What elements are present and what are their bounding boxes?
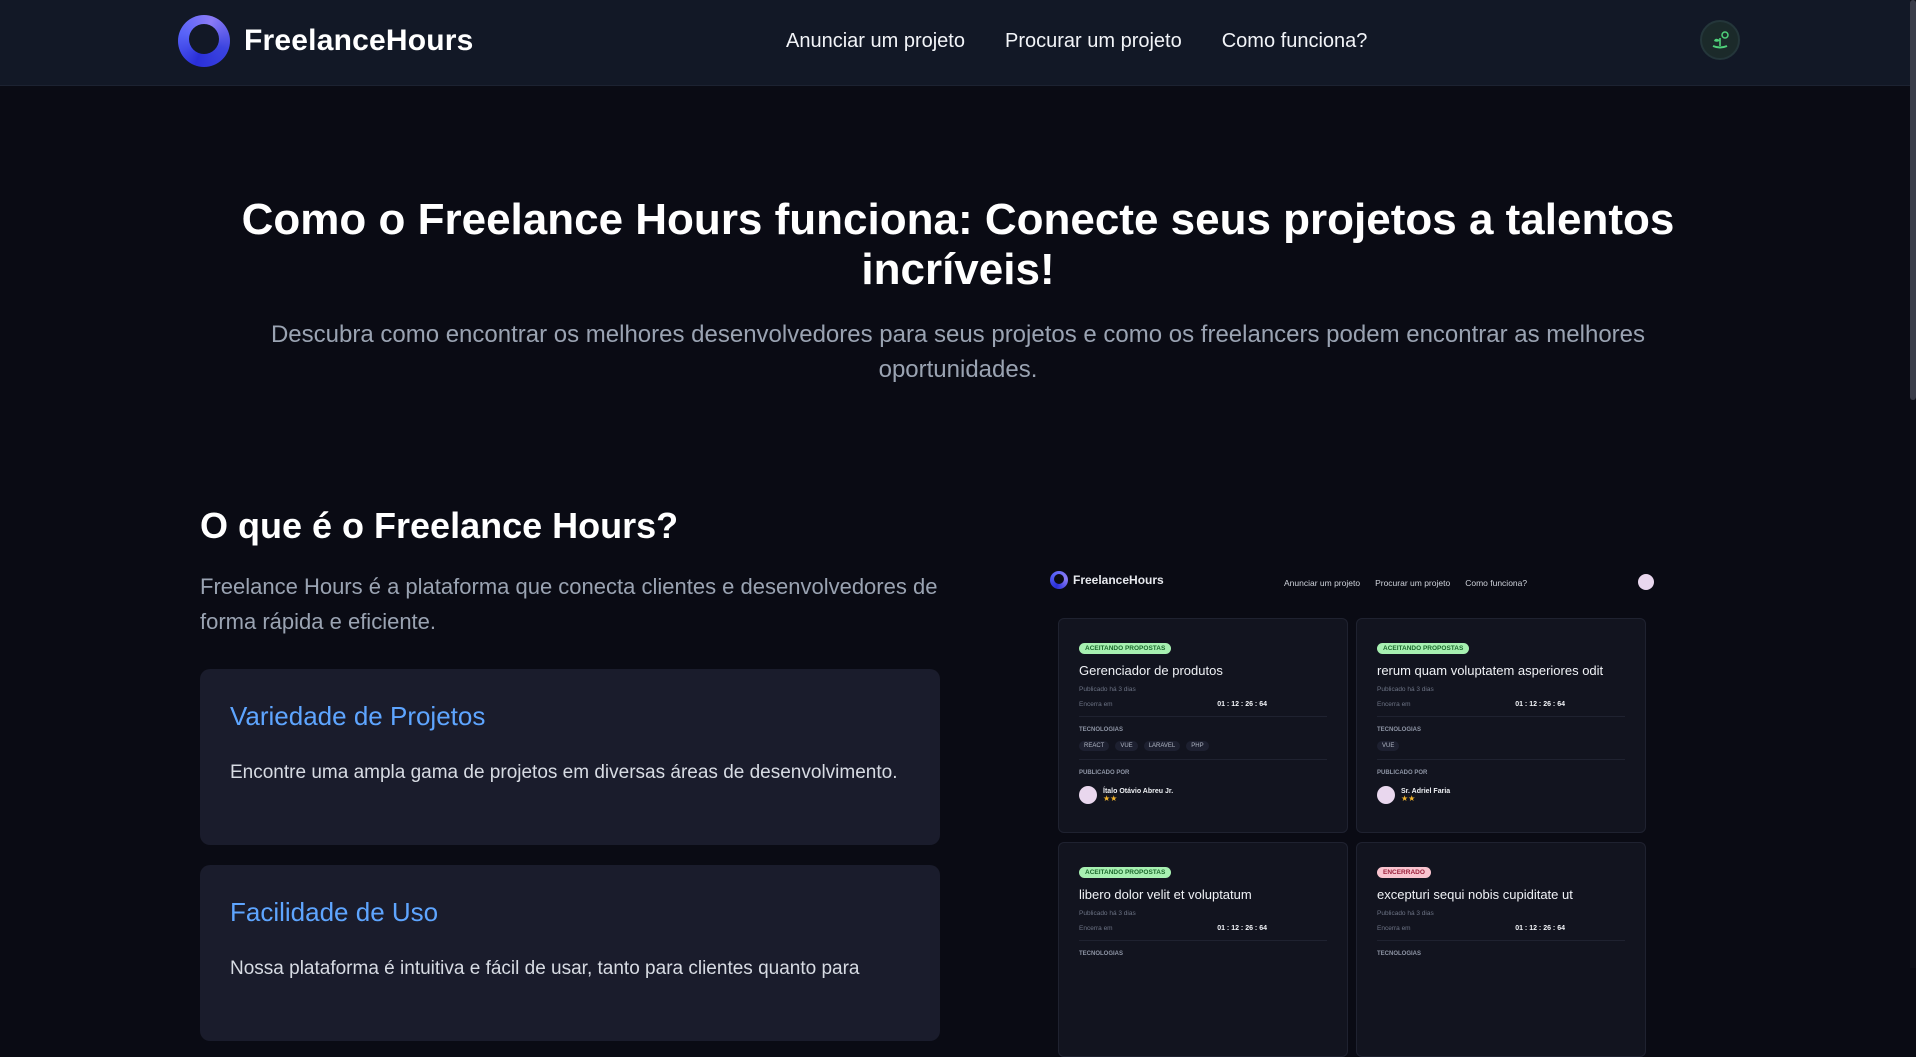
author-label: PUBLICADO POR [1377, 770, 1428, 776]
feature-text: Nossa plataforma é intuitiva e fácil de … [230, 958, 860, 979]
status-badge: ACEITANDO PROPOSTAS [1079, 643, 1172, 654]
feature-card-variety: Variedade de Projetos Encontre uma ampla… [200, 669, 940, 845]
logo-icon [178, 15, 230, 67]
plant-avatar-icon [1712, 31, 1729, 49]
feature-title: Facilidade de Uso [230, 897, 439, 927]
hero-subtitle: Descubra como encontrar os melhores dese… [270, 321, 1646, 383]
preview-link: Procurar um projeto [1375, 578, 1451, 588]
project-deadline-row: Encerra em 01 : 12 : 26 : 64 [1377, 701, 1625, 717]
project-author: Ítalo Otávio Abreu Jr. ★★ [1079, 786, 1327, 804]
status-badge: ACEITANDO PROPOSTAS [1377, 643, 1470, 654]
project-title: excepturi sequi nobis cupiditate ut [1377, 887, 1573, 902]
preview-avatar [1638, 574, 1654, 590]
deadline-timer: 01 : 12 : 26 : 64 [1515, 925, 1565, 932]
tech-list: REACT VUE LARAVEL PHP [1079, 741, 1327, 760]
tech-tag: PHP [1186, 741, 1209, 751]
author-rating: ★★ [1401, 793, 1416, 803]
hero-title: Como o Freelance Hours funciona: Conecte… [241, 195, 1675, 294]
feature-card-ease: Facilidade de Uso Nossa plataforma é int… [200, 865, 940, 1041]
platform-preview-image: FreelanceHours Anunciar um projeto Procu… [1040, 560, 1660, 1057]
author-rating: ★★ [1103, 793, 1118, 803]
nav-link-how-it-works[interactable]: Como funciona? [1222, 30, 1368, 53]
brand-logo[interactable]: FreelanceHours [178, 15, 474, 67]
preview-link: Anunciar um projeto [1284, 578, 1361, 588]
deadline-label: Encerra em [1377, 701, 1411, 708]
brand-name: FreelanceHours [244, 24, 474, 57]
top-navbar: FreelanceHours Anunciar um projeto Procu… [0, 0, 1916, 86]
project-title: rerum quam voluptatem asperiores odit [1377, 663, 1604, 678]
preview-link: Como funciona? [1465, 578, 1528, 588]
project-title: Gerenciador de produtos [1079, 663, 1223, 678]
preview-logo-icon [1050, 571, 1068, 589]
deadline-timer: 01 : 12 : 26 : 64 [1217, 925, 1267, 932]
project-title: libero dolor velit et voluptatum [1079, 887, 1252, 902]
tech-tag: VUE [1115, 741, 1138, 751]
about-heading: O que é o Freelance Hours? [200, 505, 679, 546]
author-avatar [1377, 786, 1395, 804]
nav-link-search[interactable]: Procurar um projeto [1005, 30, 1182, 53]
about-intro: Freelance Hours é a plataforma que conec… [200, 574, 938, 634]
preview-brand: FreelanceHours [1050, 571, 1164, 589]
feature-title: Variedade de Projetos [230, 701, 486, 731]
preview-project-card: ACEITANDO PROPOSTAS libero dolor velit e… [1058, 842, 1348, 1057]
deadline-timer: 01 : 12 : 26 : 64 [1217, 701, 1267, 708]
author-avatar [1079, 786, 1097, 804]
tech-tag: REACT [1079, 741, 1110, 751]
author-label: PUBLICADO POR [1079, 770, 1130, 776]
tech-label: TECNOLOGIAS [1079, 727, 1124, 733]
project-published: Publicado há 3 dias [1377, 686, 1434, 693]
deadline-label: Encerra em [1079, 925, 1113, 932]
main-menu: Anunciar um projeto Procurar um projeto … [786, 30, 1367, 53]
project-deadline-row: Encerra em 01 : 12 : 26 : 64 [1377, 925, 1625, 941]
project-deadline-row: Encerra em 01 : 12 : 26 : 64 [1079, 925, 1327, 941]
page-scrollbar[interactable] [1910, 0, 1916, 968]
deadline-label: Encerra em [1079, 701, 1113, 708]
tech-label: TECNOLOGIAS [1079, 951, 1124, 957]
status-badge: ENCERRADO [1377, 867, 1431, 878]
hero-section: Como o Freelance Hours funciona: Conecte… [220, 195, 1696, 387]
project-published: Publicado há 3 dias [1377, 910, 1434, 917]
deadline-timer: 01 : 12 : 26 : 64 [1515, 701, 1565, 708]
deadline-label: Encerra em [1377, 925, 1411, 932]
preview-project-card: ACEITANDO PROPOSTAS rerum quam voluptate… [1356, 618, 1646, 833]
project-published: Publicado há 3 dias [1079, 910, 1136, 917]
project-author: Sr. Adriel Faria ★★ [1377, 786, 1625, 804]
scrollbar-thumb[interactable] [1910, 0, 1916, 400]
tech-label: TECNOLOGIAS [1377, 951, 1422, 957]
tech-tag: VUE [1377, 741, 1400, 751]
preview-brand-name: FreelanceHours [1073, 573, 1164, 587]
preview-project-card: ACEITANDO PROPOSTAS Gerenciador de produ… [1058, 618, 1348, 833]
tech-tag: LARAVEL [1143, 741, 1181, 751]
preview-menu: Anunciar um projeto Procurar um projeto … [1284, 578, 1527, 588]
preview-project-card: ENCERRADO excepturi sequi nobis cupidita… [1356, 842, 1646, 1057]
user-avatar[interactable] [1700, 20, 1740, 60]
about-section: O que é o Freelance Hours? Freelance Hou… [200, 505, 940, 1041]
status-badge: ACEITANDO PROPOSTAS [1079, 867, 1172, 878]
project-published: Publicado há 3 dias [1079, 686, 1136, 693]
nav-link-announce[interactable]: Anunciar um projeto [786, 30, 965, 53]
tech-label: TECNOLOGIAS [1377, 727, 1422, 733]
feature-text: Encontre uma ampla gama de projetos em d… [230, 762, 898, 783]
project-deadline-row: Encerra em 01 : 12 : 26 : 64 [1079, 701, 1327, 717]
tech-list: VUE [1377, 741, 1625, 760]
